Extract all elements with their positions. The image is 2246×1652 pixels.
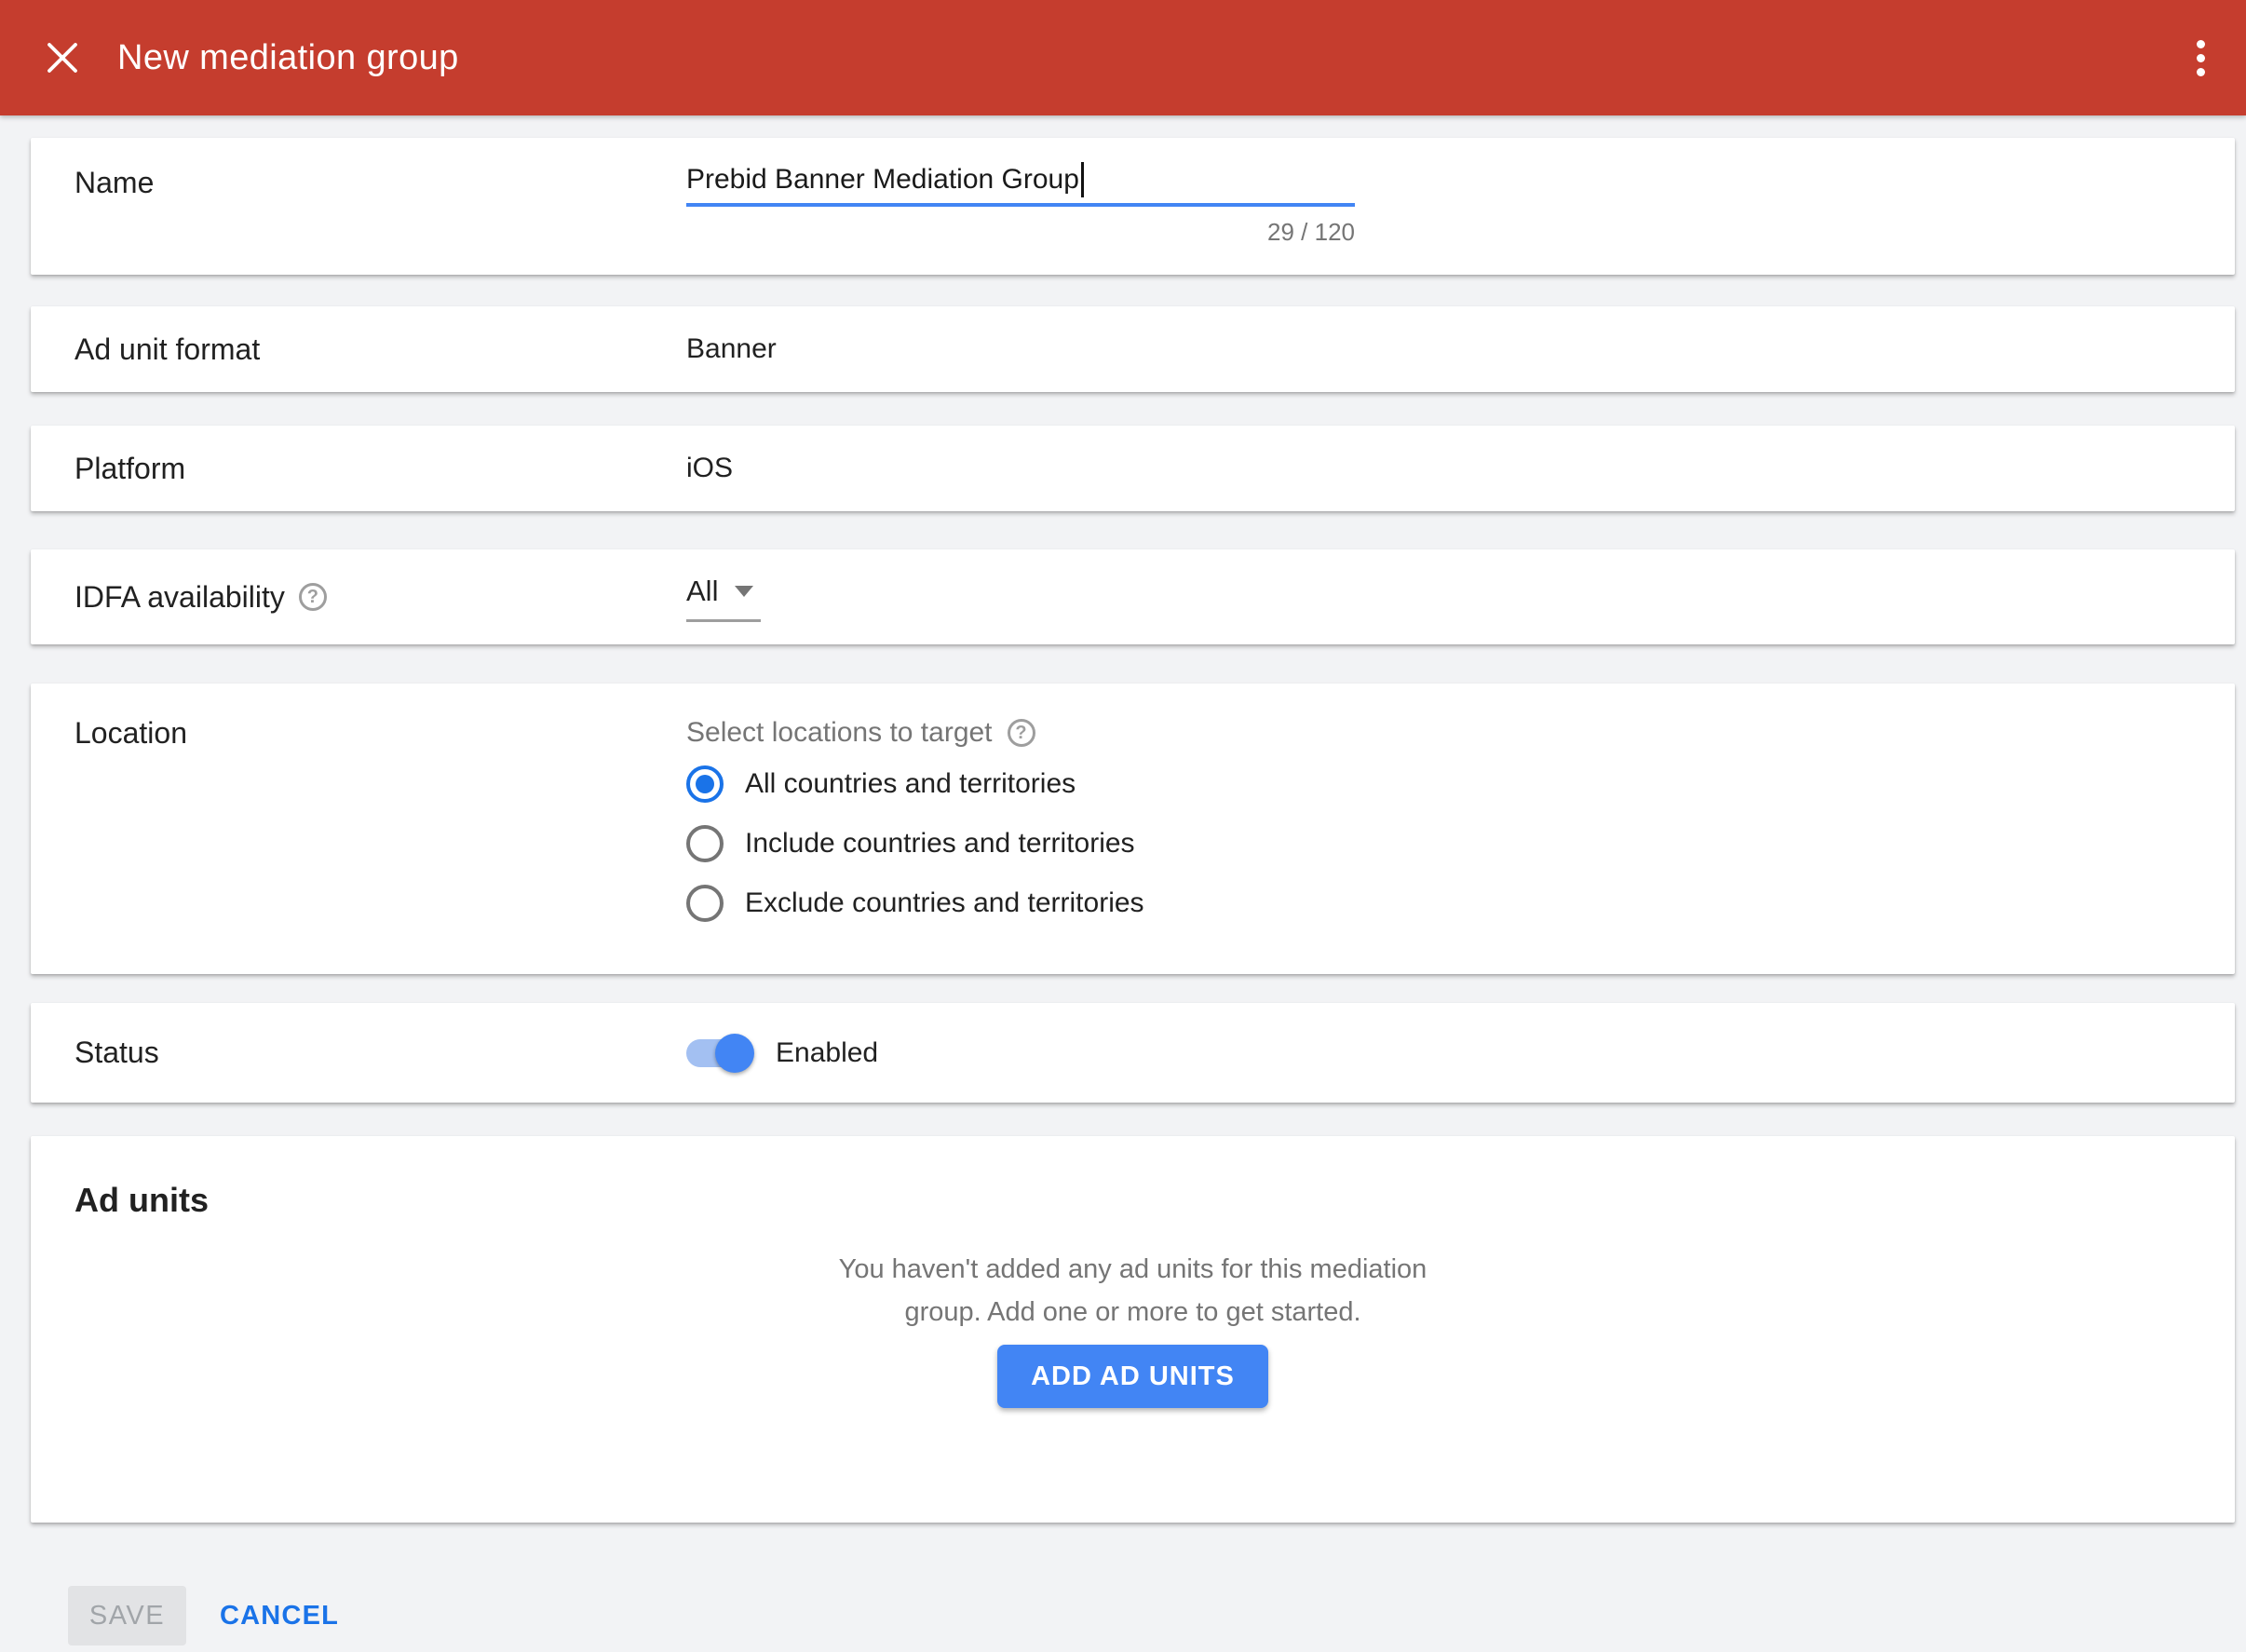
status-value: Enabled [776,1037,878,1069]
ad-unit-format-value: Banner [686,333,2235,365]
cancel-button[interactable]: CANCEL [220,1601,339,1632]
name-label: Name [74,162,686,247]
ad-units-card: Ad units You haven't added any ad units … [31,1136,2235,1523]
text-cursor [1081,162,1084,197]
app-bar: New mediation group [0,0,2246,115]
radio-option-exclude-countries[interactable]: Exclude countries and territories [686,873,2235,933]
status-toggle[interactable] [686,1039,751,1067]
radio-selected-icon [686,765,724,803]
platform-label: Platform [74,452,686,486]
close-icon [47,42,78,74]
form-content: Name Prebid Banner Mediation Group 29 / … [0,115,2246,1645]
overflow-menu-button[interactable] [2191,34,2211,82]
location-prompt: Select locations to target [686,717,993,749]
platform-value: iOS [686,453,2235,484]
close-button[interactable] [45,40,80,75]
empty-state-text: You haven't added any ad units for this … [31,1248,2235,1334]
radio-unselected-icon [686,825,724,862]
idfa-dropdown-value: All [686,575,718,608]
platform-card: Platform iOS [31,426,2235,511]
kebab-menu-icon [2197,40,2205,48]
location-card: Location Select locations to target ? Al… [31,684,2235,974]
idfa-availability-card: IDFA availability ? All [31,549,2235,644]
ad-units-heading: Ad units [74,1177,2235,1224]
name-input-value: Prebid Banner Mediation Group [686,164,1079,196]
radio-option-include-countries[interactable]: Include countries and territories [686,814,2235,873]
radio-unselected-icon [686,885,724,922]
name-card: Name Prebid Banner Mediation Group 29 / … [31,138,2235,275]
toggle-knob-icon [715,1034,754,1073]
footer-actions: SAVE CANCEL [68,1586,2235,1645]
help-icon[interactable]: ? [1008,719,1035,747]
ad-unit-format-label: Ad unit format [74,332,686,367]
add-ad-units-button[interactable]: ADD AD UNITS [997,1345,1268,1408]
name-input[interactable]: Prebid Banner Mediation Group [686,162,1355,207]
idfa-dropdown[interactable]: All [686,573,761,622]
status-label: Status [74,1036,686,1070]
char-counter: 29 / 120 [686,218,1355,247]
radio-option-all-countries[interactable]: All countries and territories [686,754,2235,814]
ad-unit-format-card: Ad unit format Banner [31,306,2235,392]
chevron-down-icon [735,586,753,597]
status-card: Status Enabled [31,1003,2235,1103]
help-icon[interactable]: ? [299,583,327,611]
location-label: Location [74,711,686,933]
save-button[interactable]: SAVE [68,1586,186,1645]
page-title: New mediation group [117,38,459,78]
idfa-label: IDFA availability [74,580,285,615]
